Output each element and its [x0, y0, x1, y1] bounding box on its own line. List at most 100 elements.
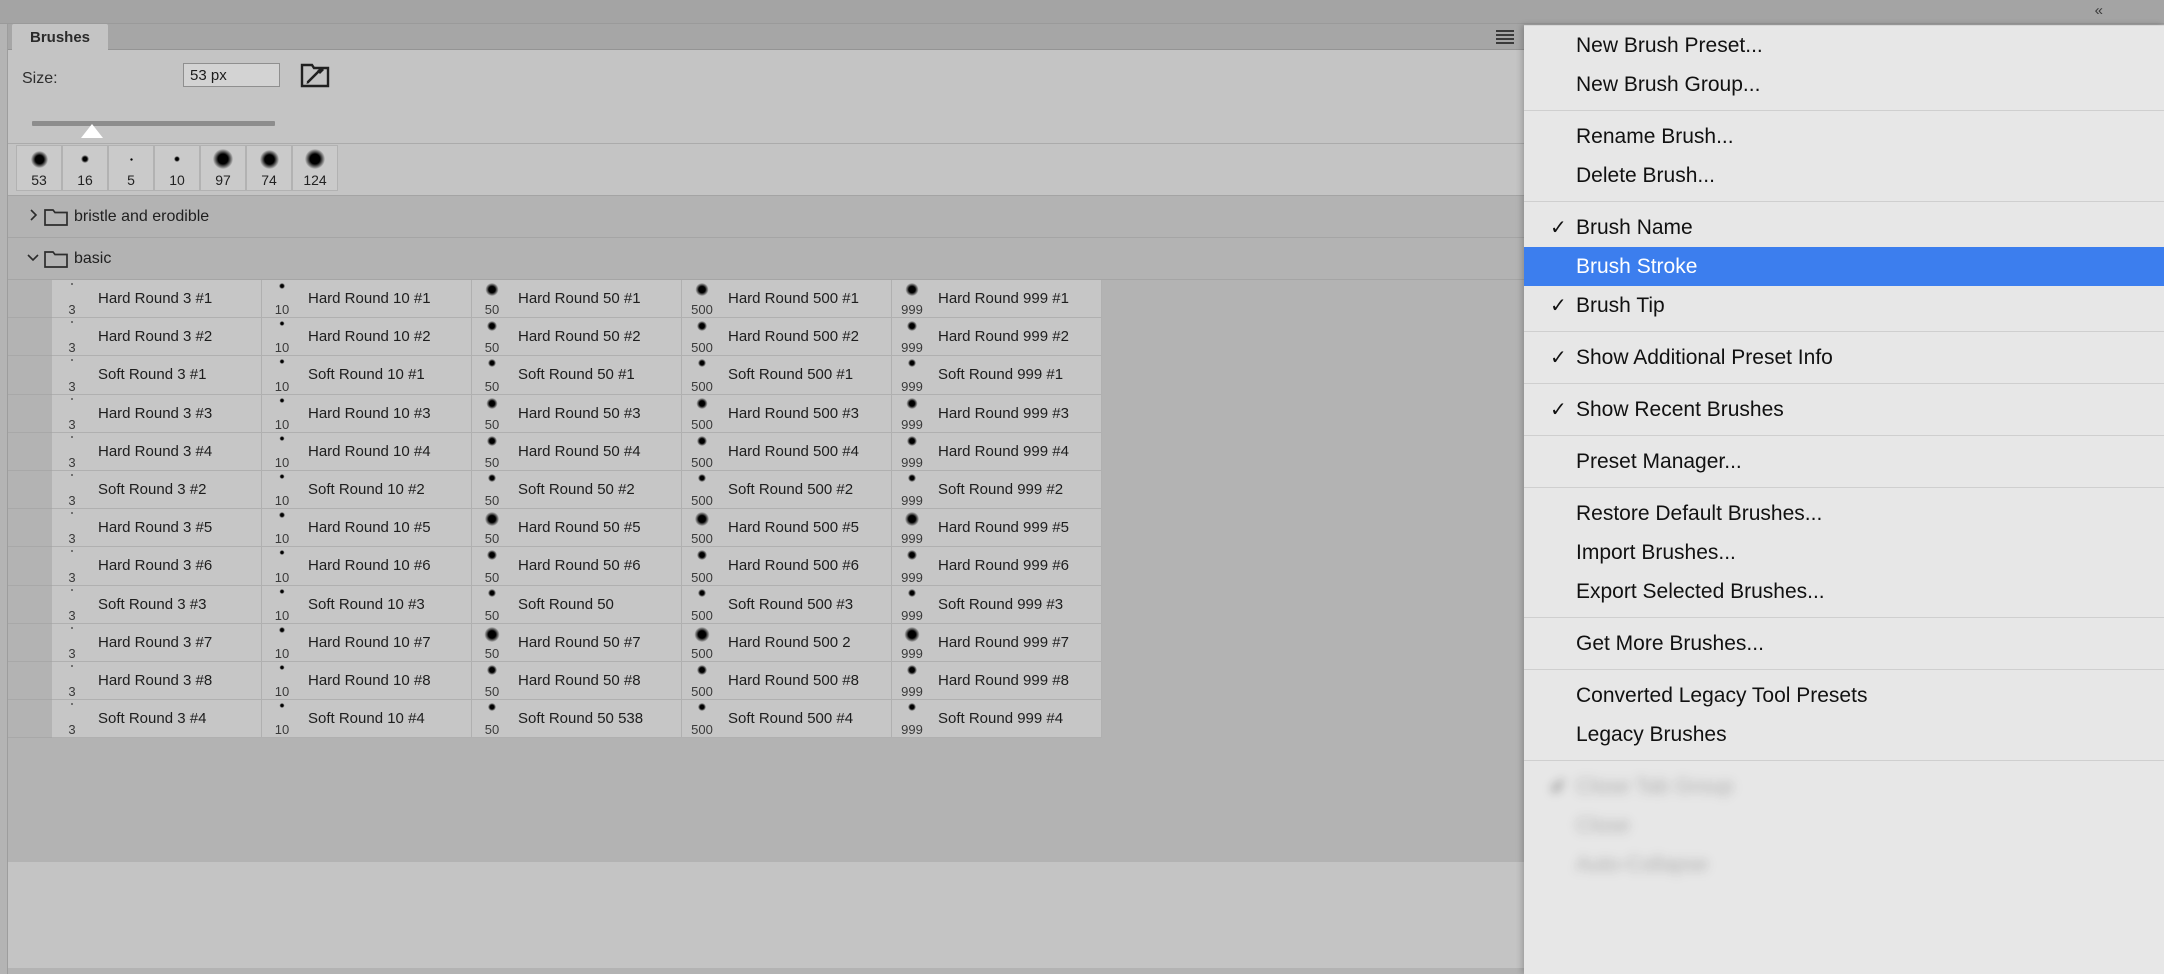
brush-preset-item[interactable]: 500 Hard Round 500 #1 [682, 280, 892, 319]
brush-tip-size-label: 50 [484, 684, 500, 700]
menu-item[interactable]: ✓ Brush Tip [1524, 286, 2164, 325]
brush-preset-item[interactable]: 50 Soft Round 50 538 [472, 700, 682, 739]
brush-preset-item[interactable]: 500 Hard Round 500 #5 [682, 509, 892, 548]
brush-preset-item[interactable]: 500 Hard Round 500 #3 [682, 394, 892, 433]
brush-preset-item[interactable]: 500 Soft Round 500 #3 [682, 585, 892, 624]
hamburger-menu-icon[interactable] [1496, 30, 1514, 44]
brush-preset-item[interactable]: 10 Hard Round 10 #7 [262, 623, 472, 662]
brush-preset-item[interactable]: 999 Hard Round 999 #6 [892, 547, 1102, 586]
brush-preset-item[interactable]: 50 Hard Round 50 #3 [472, 394, 682, 433]
brush-preset-item[interactable]: 999 Soft Round 999 #2 [892, 470, 1102, 510]
brush-preset-item[interactable]: 50 Hard Round 50 #7 [472, 623, 682, 662]
brush-preset-item[interactable]: 3 Hard Round 3 #4 [52, 432, 262, 471]
brush-preset-item[interactable]: 999 Hard Round 999 #7 [892, 623, 1102, 662]
menu-item[interactable]: Delete Brush... [1524, 156, 2164, 195]
menu-item[interactable]: ✓ Close Tab Group [1524, 767, 2164, 806]
brush-preset-item[interactable]: 3 Hard Round 3 #7 [52, 623, 262, 662]
brush-preset-item[interactable]: 3 Soft Round 3 #1 [52, 356, 262, 395]
recent-brush-item[interactable]: 16 [62, 145, 108, 191]
brush-size-slider-track[interactable] [32, 121, 275, 126]
menu-item[interactable]: Auto-Collapse [1524, 845, 2164, 884]
recent-brush-item[interactable]: 124 [292, 145, 338, 191]
brush-preset-item[interactable]: 3 Hard Round 3 #6 [52, 547, 262, 586]
brush-size-slider-thumb[interactable] [81, 124, 103, 138]
brush-preset-item[interactable]: 3 Hard Round 3 #3 [52, 394, 262, 433]
brush-preset-item[interactable]: 999 Soft Round 999 #1 [892, 356, 1102, 395]
brush-preset-item[interactable]: 999 Hard Round 999 #1 [892, 280, 1102, 319]
brush-preset-item[interactable]: 10 Hard Round 10 #4 [262, 432, 472, 471]
brush-preset-item[interactable]: 3 Hard Round 3 #2 [52, 318, 262, 357]
brush-preset-item[interactable]: 3 Soft Round 3 #2 [52, 470, 262, 510]
menu-item[interactable]: ✓ Show Recent Brushes [1524, 390, 2164, 429]
brush-preset-item[interactable]: 999 Hard Round 999 #3 [892, 394, 1102, 433]
recent-brush-item[interactable]: 97 [200, 145, 246, 191]
brush-preset-item[interactable]: 999 Hard Round 999 #5 [892, 509, 1102, 548]
menu-item[interactable]: ✓ Show Additional Preset Info [1524, 338, 2164, 377]
brush-preset-item[interactable]: 999 Hard Round 999 #8 [892, 661, 1102, 701]
brush-size-input[interactable] [183, 63, 280, 87]
brush-folder-icon[interactable] [300, 59, 330, 89]
brush-preset-item[interactable]: 3 Hard Round 3 #5 [52, 509, 262, 548]
brush-preset-item[interactable]: 500 Hard Round 500 #4 [682, 432, 892, 471]
brush-group-row[interactable]: basic [8, 238, 1526, 280]
menu-item[interactable]: Restore Default Brushes... [1524, 494, 2164, 533]
brush-group-row[interactable]: bristle and erodible [8, 196, 1526, 238]
menu-item[interactable]: New Brush Group... [1524, 65, 2164, 104]
menu-item[interactable]: Close [1524, 806, 2164, 845]
brush-preset-item[interactable]: 3 Soft Round 3 #4 [52, 700, 262, 739]
brush-preset-item[interactable]: 50 Hard Round 50 #5 [472, 509, 682, 548]
brush-preset-item[interactable]: 10 Hard Round 10 #3 [262, 394, 472, 433]
brush-preset-item[interactable]: 50 Soft Round 50 #1 [472, 356, 682, 395]
recent-brush-item[interactable]: 74 [246, 145, 292, 191]
recent-brush-item[interactable]: 53 [16, 145, 62, 191]
chevron-right-icon[interactable] [26, 208, 44, 225]
menu-item[interactable]: Get More Brushes... [1524, 624, 2164, 663]
menu-item[interactable]: Converted Legacy Tool Presets [1524, 676, 2164, 715]
brush-preset-item[interactable]: 50 Soft Round 50 [472, 585, 682, 624]
brush-preset-item[interactable]: 500 Soft Round 500 #4 [682, 700, 892, 739]
menu-item-label: Preset Manager... [1576, 449, 1742, 473]
brush-preset-item[interactable]: 10 Hard Round 10 #2 [262, 318, 472, 357]
brush-preset-item[interactable]: 500 Hard Round 500 #8 [682, 661, 892, 701]
brush-preset-item[interactable]: 10 Hard Round 10 #1 [262, 280, 472, 319]
menu-item[interactable]: New Brush Preset... [1524, 26, 2164, 65]
brush-preset-item[interactable]: 500 Soft Round 500 #1 [682, 356, 892, 395]
brush-preset-item[interactable]: 999 Soft Round 999 #3 [892, 585, 1102, 624]
brush-preset-item[interactable]: 3 Soft Round 3 #3 [52, 585, 262, 624]
brush-preset-item[interactable]: 500 Hard Round 500 2 [682, 623, 892, 662]
brush-preset-item[interactable]: 10 Hard Round 10 #5 [262, 509, 472, 548]
brush-preset-item[interactable]: 500 Hard Round 500 #6 [682, 547, 892, 586]
menu-item[interactable]: Rename Brush... [1524, 117, 2164, 156]
brush-preset-item[interactable]: 999 Hard Round 999 #4 [892, 432, 1102, 471]
recent-brush-item[interactable]: 10 [154, 145, 200, 191]
tab-brushes[interactable]: Brushes [12, 24, 109, 50]
brush-preset-item[interactable]: 50 Soft Round 50 #2 [472, 470, 682, 510]
brush-preset-item[interactable]: 10 Soft Round 10 #2 [262, 470, 472, 510]
menu-item[interactable]: Import Brushes... [1524, 533, 2164, 572]
brush-preset-item[interactable]: 10 Soft Round 10 #3 [262, 585, 472, 624]
menu-item[interactable]: Legacy Brushes [1524, 715, 2164, 754]
recent-brush-item[interactable]: 5 [108, 145, 154, 191]
brush-preset-item[interactable]: 50 Hard Round 50 #4 [472, 432, 682, 471]
brush-preset-item[interactable]: 50 Hard Round 50 #1 [472, 280, 682, 319]
brush-preset-item[interactable]: 10 Soft Round 10 #4 [262, 700, 472, 739]
menu-item[interactable]: ✓ Brush Name [1524, 208, 2164, 247]
collapse-panels-button[interactable]: « [2095, 2, 2103, 20]
menu-item[interactable]: Brush Stroke [1524, 247, 2164, 286]
brush-preset-item[interactable]: 50 Hard Round 50 #6 [472, 547, 682, 586]
brush-preset-item[interactable]: 500 Hard Round 500 #2 [682, 318, 892, 357]
brush-preset-item[interactable]: 10 Hard Round 10 #8 [262, 661, 472, 701]
brush-preset-item[interactable]: 50 Hard Round 50 #2 [472, 318, 682, 357]
brush-preset-item[interactable]: 500 Soft Round 500 #2 [682, 470, 892, 510]
folder-icon [44, 207, 74, 227]
brush-preset-item[interactable]: 3 Hard Round 3 #8 [52, 661, 262, 701]
brush-preset-item[interactable]: 999 Hard Round 999 #2 [892, 318, 1102, 357]
brush-preset-item[interactable]: 3 Hard Round 3 #1 [52, 280, 262, 319]
menu-item[interactable]: Preset Manager... [1524, 442, 2164, 481]
chevron-down-icon[interactable] [26, 250, 44, 267]
brush-preset-item[interactable]: 10 Soft Round 10 #1 [262, 356, 472, 395]
menu-item[interactable]: Export Selected Brushes... [1524, 572, 2164, 611]
brush-preset-item[interactable]: 999 Soft Round 999 #4 [892, 700, 1102, 739]
brush-preset-item[interactable]: 50 Hard Round 50 #8 [472, 661, 682, 701]
brush-preset-item[interactable]: 10 Hard Round 10 #6 [262, 547, 472, 586]
